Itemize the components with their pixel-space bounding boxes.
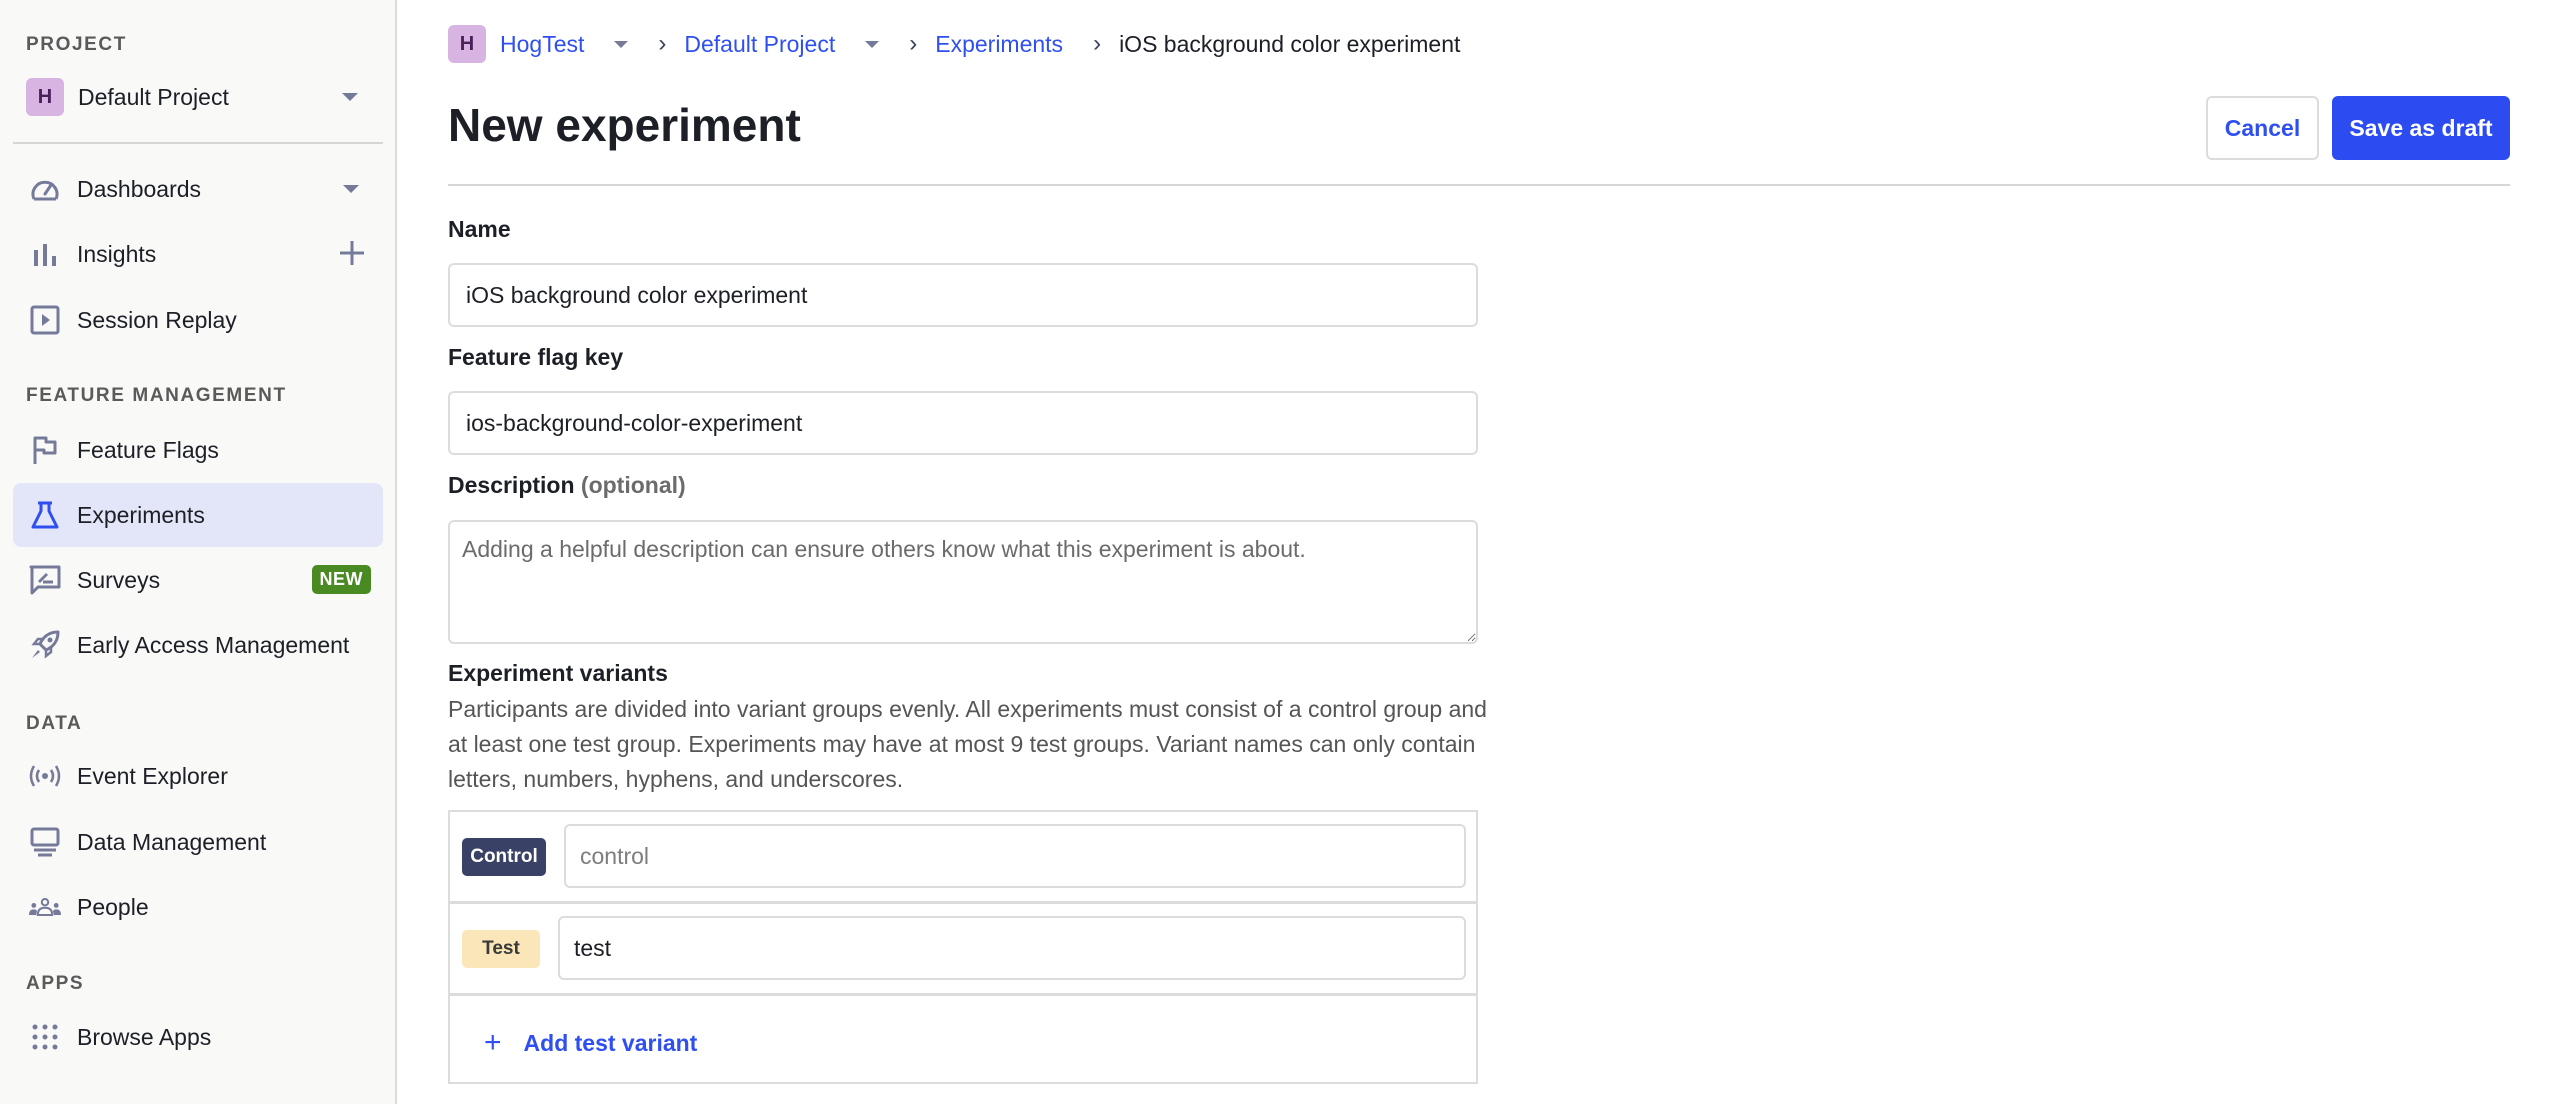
description-label-text: Description (448, 472, 575, 498)
breadcrumb-current: iOS background color experiment (1119, 30, 1461, 57)
main-content: H HogTest › Default Project › Experiment… (448, 0, 2510, 1104)
save-as-draft-button[interactable]: Save as draft (2332, 96, 2510, 160)
org-avatar: H (448, 25, 486, 63)
test-tag: Test (462, 930, 540, 968)
sidebar: PROJECT H Default Project Dashboards Ins… (0, 0, 397, 1104)
sidebar-divider (13, 142, 383, 144)
variant-row-test: Test (450, 904, 1476, 996)
new-badge: NEW (311, 565, 371, 594)
sidebar-item-data-management[interactable]: Data Management (13, 810, 383, 874)
breadcrumb-org[interactable]: HogTest (500, 31, 584, 58)
chevron-right-icon: › (658, 30, 667, 57)
sidebar-item-label: Data Management (77, 828, 267, 855)
sidebar-item-label: Dashboards (77, 175, 202, 202)
control-variant-input[interactable] (564, 824, 1466, 888)
sidebar-item-people[interactable]: People (13, 875, 383, 939)
add-test-variant-label: Add test variant (523, 1029, 698, 1056)
page-title: New experiment (448, 99, 801, 151)
sidebar-item-label: Session Replay (77, 306, 237, 333)
sidebar-item-label: Browse Apps (77, 1023, 212, 1050)
sidebar-item-label: Surveys (77, 566, 161, 593)
rocket-icon (29, 629, 61, 661)
variants-list: Control Test + Add test variant (448, 810, 1478, 1084)
broadcast-icon (29, 760, 61, 792)
bar-chart-icon (29, 238, 61, 270)
sidebar-item-feature-flags[interactable]: Feature Flags (13, 418, 383, 482)
monitor-icon (29, 826, 61, 858)
experiment-variants-label: Experiment variants (448, 660, 668, 686)
add-test-variant-button[interactable]: + Add test variant (484, 1028, 697, 1058)
sidebar-item-label: Experiments (77, 501, 205, 528)
sidebar-item-label: People (77, 893, 149, 920)
project-switcher[interactable]: H Default Project (26, 78, 366, 116)
sidebar-item-early-access[interactable]: Early Access Management (13, 613, 383, 677)
name-input[interactable] (448, 263, 1478, 327)
description-label: Description (optional) (448, 472, 686, 499)
sidebar-item-label: Event Explorer (77, 762, 228, 789)
survey-icon (29, 564, 61, 596)
chevron-down-icon[interactable] (343, 185, 359, 193)
description-textarea[interactable] (448, 520, 1478, 644)
chevron-right-icon: › (1093, 30, 1102, 57)
grid-dots-icon (29, 1021, 61, 1053)
sidebar-item-browse-apps[interactable]: Browse Apps (13, 1005, 383, 1069)
control-tag: Control (462, 838, 546, 876)
header-divider (448, 184, 2510, 186)
section-title-feature-management: FEATURE MANAGEMENT (26, 385, 287, 406)
section-title-data: DATA (26, 713, 83, 734)
gauge-icon (29, 173, 61, 205)
sidebar-item-label: Early Access Management (77, 631, 350, 658)
feature-flag-key-label: Feature flag key (448, 344, 624, 370)
section-title-apps: APPS (26, 973, 85, 994)
people-icon (29, 891, 61, 923)
sidebar-item-surveys[interactable]: Surveys NEW (13, 548, 383, 612)
chevron-down-icon[interactable] (865, 40, 880, 48)
variants-help-text: Participants are divided into variant gr… (448, 696, 1487, 792)
cancel-button[interactable]: Cancel (2206, 96, 2319, 160)
flag-icon (29, 434, 61, 466)
breadcrumb-experiments[interactable]: Experiments (935, 31, 1063, 58)
variant-row-control: Control (450, 812, 1476, 904)
feature-flag-key-input[interactable] (448, 391, 1478, 455)
sidebar-item-label: Feature Flags (77, 436, 219, 463)
sidebar-item-event-explorer[interactable]: Event Explorer (13, 744, 383, 808)
project-name: Default Project (78, 83, 229, 110)
test-variant-input[interactable] (558, 916, 1466, 980)
name-label: Name (448, 216, 511, 242)
sidebar-item-experiments[interactable]: Experiments (13, 483, 383, 547)
plus-icon: + (484, 1026, 502, 1059)
optional-hint: (optional) (580, 472, 686, 498)
chevron-down-icon[interactable] (614, 40, 629, 48)
chevron-down-icon[interactable] (342, 93, 358, 101)
flask-icon (29, 499, 61, 531)
sidebar-item-dashboards[interactable]: Dashboards (13, 157, 383, 221)
play-square-icon (29, 304, 61, 336)
sidebar-item-session-replay[interactable]: Session Replay (13, 288, 383, 352)
sidebar-item-label: Insights (77, 240, 157, 267)
breadcrumb-project[interactable]: Default Project (684, 31, 835, 58)
project-avatar: H (26, 78, 64, 116)
sidebar-item-insights[interactable]: Insights (13, 222, 383, 286)
breadcrumb: H HogTest › Default Project › Experiment… (448, 25, 1460, 63)
section-title-project: PROJECT (26, 34, 127, 55)
chevron-right-icon: › (909, 30, 918, 57)
plus-icon[interactable] (339, 240, 365, 271)
